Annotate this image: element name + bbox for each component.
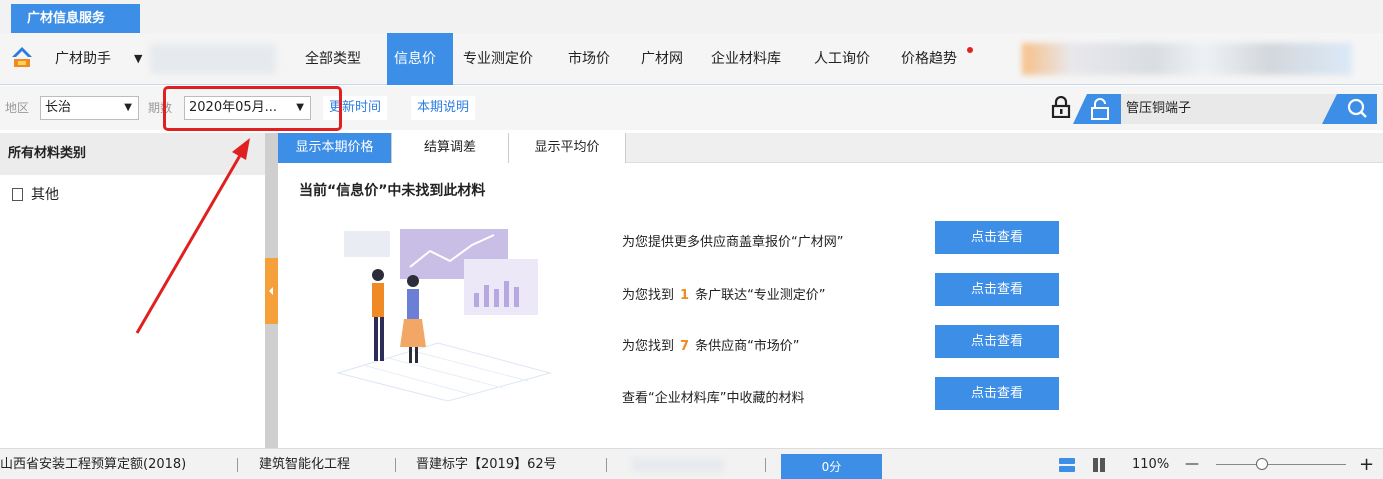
period-note-button[interactable]: 本期说明 bbox=[411, 96, 476, 120]
nav-guangcai-web[interactable]: 广材网 bbox=[634, 33, 690, 85]
tab-average-price[interactable]: 显示平均价 bbox=[509, 133, 626, 163]
offer-row-count: 7 bbox=[680, 339, 690, 354]
zoom-slider-knob[interactable] bbox=[1255, 458, 1268, 470]
offer-row-suffix: 条供应商“市场价” bbox=[695, 339, 800, 354]
zoom-out-button[interactable]: — bbox=[1185, 449, 1199, 479]
logo-icon bbox=[12, 47, 32, 67]
specialty-label: 建筑智能化工程 bbox=[259, 457, 351, 472]
zoom-level: 110% bbox=[1132, 457, 1170, 472]
score-button[interactable]: 0分 bbox=[781, 454, 882, 479]
quota-label: 山西省安装工程预算定额(2018) bbox=[0, 457, 187, 472]
blurred-status-info bbox=[632, 458, 724, 472]
tab-current-price[interactable]: 显示本期价格 bbox=[278, 133, 392, 163]
nav-info-price[interactable]: 信息价 bbox=[387, 33, 453, 85]
offer-row-count: 1 bbox=[680, 288, 690, 303]
offer-row-text: 为您提供更多供应商盖章报价“广材网” bbox=[622, 235, 844, 250]
category-item-other[interactable]: 其他 bbox=[12, 185, 59, 205]
offer-row-professional: 为您找到 1 条广联达“专业测定价” bbox=[622, 284, 826, 303]
status-bar: 山西省安装工程预算定额(2018) 建筑智能化工程 晋建标字【2019】62号 … bbox=[0, 448, 1383, 479]
notification-dot bbox=[967, 47, 973, 53]
nav-professional-price[interactable]: 专业测定价 bbox=[456, 33, 540, 85]
offer-row-guangcai: 为您提供更多供应商盖章报价“广材网” bbox=[622, 231, 843, 250]
offer-row-text: 查看“企业材料库”中收藏的材料 bbox=[622, 391, 805, 406]
chevron-down-icon[interactable]: ▼ bbox=[134, 52, 142, 65]
offer-row-market: 为您找到 7 条供应商“市场价” bbox=[622, 335, 800, 354]
region-select[interactable]: 长治 ▼ bbox=[40, 96, 139, 120]
category-panel: 所有材料类别 其他 bbox=[0, 133, 265, 448]
category-header: 所有材料类别 bbox=[0, 133, 265, 175]
view-professional-button[interactable]: 点击查看 bbox=[935, 273, 1059, 306]
doc-label: 晋建标字【2019】62号 bbox=[416, 457, 557, 472]
grid-view-icon[interactable] bbox=[1091, 457, 1107, 473]
offer-row-prefix: 为您找到 bbox=[622, 339, 675, 354]
zoom-slider-track[interactable] bbox=[1216, 464, 1346, 465]
app-tab-guangcai-info[interactable]: 广材信息服务 bbox=[11, 4, 140, 33]
search-icon[interactable] bbox=[1322, 94, 1377, 124]
content-area: 当前“信息价”中未找到此材料 为您提供更多供应商盖章报价“广材网” 点击查看 为… bbox=[278, 163, 1383, 448]
nav-all-types[interactable]: 全部类型 bbox=[298, 33, 368, 85]
unlock-icon[interactable] bbox=[1073, 94, 1121, 124]
view-guangcai-button[interactable]: 点击查看 bbox=[935, 221, 1059, 254]
blurred-ad-banner bbox=[1022, 43, 1352, 75]
lock-icon[interactable] bbox=[1051, 96, 1071, 118]
divider bbox=[765, 458, 766, 472]
offer-row-enterprise: 查看“企业材料库”中收藏的材料 bbox=[622, 387, 804, 406]
divider bbox=[395, 458, 396, 472]
nav-market-price[interactable]: 市场价 bbox=[561, 33, 617, 85]
not-found-notice: 当前“信息价”中未找到此材料 bbox=[299, 183, 486, 199]
empty-state-illustration bbox=[336, 229, 552, 401]
view-enterprise-button[interactable]: 点击查看 bbox=[935, 377, 1059, 410]
divider bbox=[237, 458, 238, 472]
period-highlight-box bbox=[163, 86, 342, 131]
view-market-button[interactable]: 点击查看 bbox=[935, 325, 1059, 358]
search-input[interactable]: 管压铜端子 bbox=[1121, 94, 1337, 124]
nav-manual-inquiry[interactable]: 人工询价 bbox=[807, 33, 877, 85]
zoom-in-button[interactable]: + bbox=[1359, 449, 1374, 479]
app-tab-strip: 广材信息服务 bbox=[0, 0, 1383, 33]
tab-settlement-adjust[interactable]: 结算调差 bbox=[392, 133, 509, 163]
chevron-down-icon: ▼ bbox=[124, 102, 132, 113]
nav-price-trend[interactable]: 价格趋势 bbox=[894, 33, 964, 85]
region-label: 地区 bbox=[5, 101, 30, 115]
offer-row-prefix: 为您找到 bbox=[622, 288, 675, 303]
assistant-menu[interactable]: 广材助手 bbox=[55, 33, 111, 85]
subtab-bar: 显示本期价格 结算调差 显示平均价 bbox=[278, 133, 1383, 163]
blurred-user-info bbox=[150, 44, 276, 74]
nav-enterprise-library[interactable]: 企业材料库 bbox=[704, 33, 788, 85]
divider bbox=[606, 458, 607, 472]
offer-row-suffix: 条广联达“专业测定价” bbox=[695, 288, 826, 303]
region-value: 长治 bbox=[45, 100, 72, 115]
collapse-arrow-icon[interactable] bbox=[265, 258, 278, 324]
file-icon bbox=[12, 188, 23, 201]
main-toolbar: 广材助手 ▼ 全部类型 信息价 专业测定价 市场价 广材网 企业材料库 人工询价… bbox=[0, 33, 1383, 85]
list-view-icon[interactable] bbox=[1058, 457, 1076, 473]
category-item-label: 其他 bbox=[31, 187, 59, 203]
